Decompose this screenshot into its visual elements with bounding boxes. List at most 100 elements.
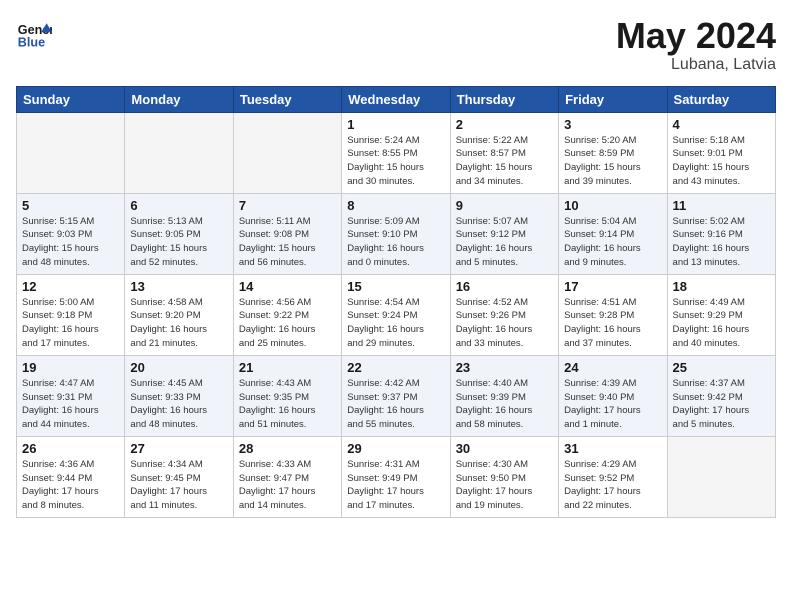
day-info: Sunrise: 5:24 AM Sunset: 8:55 PM Dayligh…: [347, 134, 444, 189]
calendar-cell: 8 Sunrise: 5:09 AM Sunset: 9:10 PM Daylig…: [342, 193, 450, 274]
day-info: Sunrise: 4:40 AM Sunset: 9:39 PM Dayligh…: [456, 377, 553, 432]
calendar-cell: 12Sunrise: 5:00 AM Sunset: 9:18 PM Dayli…: [17, 274, 125, 355]
day-number: 16: [456, 279, 553, 294]
day-info: Sunrise: 4:42 AM Sunset: 9:37 PM Dayligh…: [347, 377, 444, 432]
calendar-cell: 13 Sunrise: 4:58 AM Sunset: 9:20 PM Dayli…: [125, 274, 233, 355]
day-number: 29: [347, 441, 444, 456]
day-info: Sunrise: 5:13 AM Sunset: 9:05 PM Dayligh…: [130, 215, 227, 270]
calendar-cell: 28 Sunrise: 4:33 AM Sunset: 9:47 PM Dayli…: [233, 436, 341, 517]
day-header-tuesday: Tuesday: [233, 86, 341, 112]
calendar-cell: 11Sunrise: 5:02 AM Sunset: 9:16 PM Dayli…: [667, 193, 775, 274]
calendar-cell: [667, 436, 775, 517]
calendar-cell: 26 Sunrise: 4:36 AM Sunset: 9:44 PM Dayli…: [17, 436, 125, 517]
calendar-cell: 24 Sunrise: 4:39 AM Sunset: 9:40 PM Dayli…: [559, 355, 667, 436]
day-info: Sunrise: 4:58 AM Sunset: 9:20 PM Dayligh…: [130, 296, 227, 351]
page-header: General Blue May 2024 Lubana, Latvia: [16, 16, 776, 74]
day-info: Sunrise: 4:56 AM Sunset: 9:22 PM Dayligh…: [239, 296, 336, 351]
calendar-cell: 29 Sunrise: 4:31 AM Sunset: 9:49 PM Dayli…: [342, 436, 450, 517]
day-header-monday: Monday: [125, 86, 233, 112]
title-section: May 2024 Lubana, Latvia: [616, 16, 776, 74]
day-header-saturday: Saturday: [667, 86, 775, 112]
day-number: 27: [130, 441, 227, 456]
day-number: 7: [239, 198, 336, 213]
day-info: Sunrise: 4:33 AM Sunset: 9:47 PM Dayligh…: [239, 458, 336, 513]
day-info: Sunrise: 5:00 AM Sunset: 9:18 PM Dayligh…: [22, 296, 119, 351]
day-info: Sunrise: 4:54 AM Sunset: 9:24 PM Dayligh…: [347, 296, 444, 351]
calendar-cell: 6 Sunrise: 5:13 AM Sunset: 9:05 PM Daylig…: [125, 193, 233, 274]
day-number: 2: [456, 117, 553, 132]
calendar-cell: 23 Sunrise: 4:40 AM Sunset: 9:39 PM Dayli…: [450, 355, 558, 436]
calendar-cell: [17, 112, 125, 193]
logo-icon: General Blue: [16, 16, 52, 52]
day-info: Sunrise: 4:30 AM Sunset: 9:50 PM Dayligh…: [456, 458, 553, 513]
calendar-cell: 20 Sunrise: 4:45 AM Sunset: 9:33 PM Dayli…: [125, 355, 233, 436]
day-info: Sunrise: 5:15 AM Sunset: 9:03 PM Dayligh…: [22, 215, 119, 270]
day-info: Sunrise: 4:51 AM Sunset: 9:28 PM Dayligh…: [564, 296, 661, 351]
day-number: 26: [22, 441, 119, 456]
day-number: 21: [239, 360, 336, 375]
location-label: Lubana, Latvia: [616, 56, 776, 74]
day-number: 10: [564, 198, 661, 213]
day-info: Sunrise: 4:47 AM Sunset: 9:31 PM Dayligh…: [22, 377, 119, 432]
calendar-cell: 19Sunrise: 4:47 AM Sunset: 9:31 PM Dayli…: [17, 355, 125, 436]
day-number: 15: [347, 279, 444, 294]
day-number: 6: [130, 198, 227, 213]
day-header-sunday: Sunday: [17, 86, 125, 112]
day-number: 22: [347, 360, 444, 375]
day-info: Sunrise: 4:39 AM Sunset: 9:40 PM Dayligh…: [564, 377, 661, 432]
day-number: 31: [564, 441, 661, 456]
calendar-cell: 30 Sunrise: 4:30 AM Sunset: 9:50 PM Dayli…: [450, 436, 558, 517]
day-info: Sunrise: 5:04 AM Sunset: 9:14 PM Dayligh…: [564, 215, 661, 270]
day-number: 14: [239, 279, 336, 294]
calendar-week-4: 19Sunrise: 4:47 AM Sunset: 9:31 PM Dayli…: [17, 355, 776, 436]
calendar-cell: 16 Sunrise: 4:52 AM Sunset: 9:26 PM Dayli…: [450, 274, 558, 355]
day-number: 13: [130, 279, 227, 294]
calendar-header-row: SundayMondayTuesdayWednesdayThursdayFrid…: [17, 86, 776, 112]
calendar-week-1: 1 Sunrise: 5:24 AM Sunset: 8:55 PM Daylig…: [17, 112, 776, 193]
day-number: 18: [673, 279, 770, 294]
calendar-week-5: 26 Sunrise: 4:36 AM Sunset: 9:44 PM Dayli…: [17, 436, 776, 517]
svg-text:Blue: Blue: [18, 36, 45, 50]
day-number: 5: [22, 198, 119, 213]
day-number: 17: [564, 279, 661, 294]
day-header-thursday: Thursday: [450, 86, 558, 112]
day-info: Sunrise: 4:29 AM Sunset: 9:52 PM Dayligh…: [564, 458, 661, 513]
day-number: 28: [239, 441, 336, 456]
day-number: 1: [347, 117, 444, 132]
day-info: Sunrise: 5:22 AM Sunset: 8:57 PM Dayligh…: [456, 134, 553, 189]
calendar-cell: 7 Sunrise: 5:11 AM Sunset: 9:08 PM Daylig…: [233, 193, 341, 274]
calendar-cell: 27Sunrise: 4:34 AM Sunset: 9:45 PM Dayli…: [125, 436, 233, 517]
day-info: Sunrise: 4:43 AM Sunset: 9:35 PM Dayligh…: [239, 377, 336, 432]
calendar-cell: 1 Sunrise: 5:24 AM Sunset: 8:55 PM Daylig…: [342, 112, 450, 193]
day-number: 20: [130, 360, 227, 375]
day-info: Sunrise: 5:07 AM Sunset: 9:12 PM Dayligh…: [456, 215, 553, 270]
day-number: 24: [564, 360, 661, 375]
day-info: Sunrise: 4:36 AM Sunset: 9:44 PM Dayligh…: [22, 458, 119, 513]
day-info: Sunrise: 5:11 AM Sunset: 9:08 PM Dayligh…: [239, 215, 336, 270]
day-info: Sunrise: 5:20 AM Sunset: 8:59 PM Dayligh…: [564, 134, 661, 189]
month-year-title: May 2024: [616, 16, 776, 56]
day-info: Sunrise: 4:45 AM Sunset: 9:33 PM Dayligh…: [130, 377, 227, 432]
calendar-cell: 22 Sunrise: 4:42 AM Sunset: 9:37 PM Dayli…: [342, 355, 450, 436]
day-number: 25: [673, 360, 770, 375]
day-number: 9: [456, 198, 553, 213]
calendar-table: SundayMondayTuesdayWednesdayThursdayFrid…: [16, 86, 776, 518]
calendar-cell: 9 Sunrise: 5:07 AM Sunset: 9:12 PM Daylig…: [450, 193, 558, 274]
calendar-cell: 25 Sunrise: 4:37 AM Sunset: 9:42 PM Dayli…: [667, 355, 775, 436]
day-header-friday: Friday: [559, 86, 667, 112]
calendar-cell: 10 Sunrise: 5:04 AM Sunset: 9:14 PM Dayli…: [559, 193, 667, 274]
calendar-cell: [125, 112, 233, 193]
day-info: Sunrise: 4:31 AM Sunset: 9:49 PM Dayligh…: [347, 458, 444, 513]
calendar-cell: 5 Sunrise: 5:15 AM Sunset: 9:03 PM Daylig…: [17, 193, 125, 274]
day-info: Sunrise: 5:09 AM Sunset: 9:10 PM Dayligh…: [347, 215, 444, 270]
day-info: Sunrise: 4:49 AM Sunset: 9:29 PM Dayligh…: [673, 296, 770, 351]
day-number: 8: [347, 198, 444, 213]
day-info: Sunrise: 4:52 AM Sunset: 9:26 PM Dayligh…: [456, 296, 553, 351]
day-info: Sunrise: 4:37 AM Sunset: 9:42 PM Dayligh…: [673, 377, 770, 432]
calendar-cell: [233, 112, 341, 193]
calendar-cell: 14 Sunrise: 4:56 AM Sunset: 9:22 PM Dayli…: [233, 274, 341, 355]
calendar-week-2: 5 Sunrise: 5:15 AM Sunset: 9:03 PM Daylig…: [17, 193, 776, 274]
calendar-cell: 3Sunrise: 5:20 AM Sunset: 8:59 PM Daylig…: [559, 112, 667, 193]
day-number: 30: [456, 441, 553, 456]
day-number: 23: [456, 360, 553, 375]
